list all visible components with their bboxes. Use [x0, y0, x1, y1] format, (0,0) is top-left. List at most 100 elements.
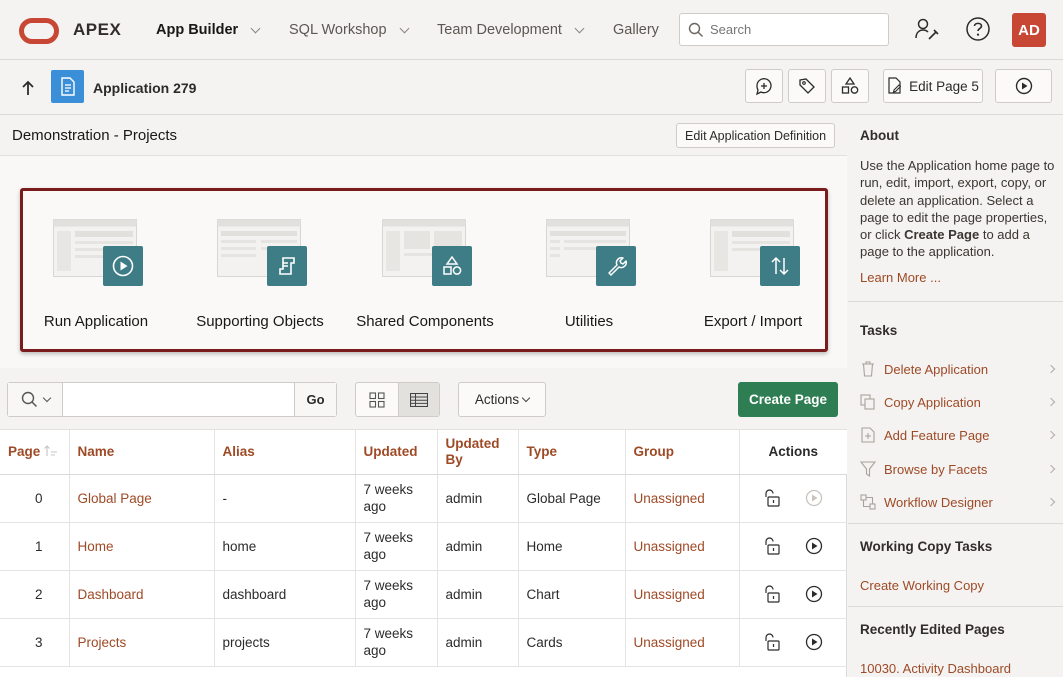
page-alias-cell: home	[214, 522, 356, 571]
region-header: Demonstration - Projects Edit Applicatio…	[0, 115, 847, 156]
column-header-type[interactable]: Type	[518, 430, 626, 475]
task-label: Add Feature Page	[884, 427, 990, 443]
task-label: Delete Application	[884, 361, 989, 377]
global-search[interactable]	[679, 13, 889, 46]
application-tiles-highlight: Run Application Supporting Objects Share…	[20, 188, 828, 352]
chevron-right-icon	[1046, 397, 1056, 407]
tile-label: Shared Components	[356, 313, 494, 330]
icon-view-button[interactable]	[356, 383, 398, 416]
shared-components-button[interactable]	[831, 69, 869, 103]
unlocked-icon[interactable]	[763, 584, 781, 604]
recent-page-link[interactable]: 10030. Activity Dashboard	[860, 661, 1011, 676]
table-header-row: Page Name Alias Updated Updated By Type …	[0, 430, 847, 475]
unlocked-icon[interactable]	[763, 536, 781, 556]
region-title: Demonstration - Projects	[12, 127, 178, 144]
utilities-tile[interactable]: Utilities	[509, 191, 669, 349]
page-alias-cell: dashboard	[214, 570, 356, 619]
delete-application-task[interactable]: Delete Application	[858, 358, 1056, 380]
help-icon[interactable]	[964, 15, 992, 43]
search-icon	[21, 391, 37, 408]
wrench-icon	[596, 246, 636, 286]
chevron-right-icon	[1046, 364, 1056, 374]
page-name-link[interactable]: Dashboard	[78, 587, 144, 602]
run-page-icon[interactable]	[805, 585, 823, 603]
search-input[interactable]	[710, 22, 880, 37]
copy-application-task[interactable]: Copy Application	[858, 391, 1056, 413]
run-page-button[interactable]	[995, 69, 1052, 103]
comment-button[interactable]	[745, 69, 783, 103]
create-page-button[interactable]: Create Page	[738, 382, 838, 417]
view-toggle	[355, 382, 440, 417]
report-view-button[interactable]	[397, 383, 439, 416]
chevron-down-icon	[250, 23, 261, 33]
divider	[848, 523, 1063, 524]
go-button[interactable]: Go	[294, 383, 336, 416]
column-header-alias[interactable]: Alias	[214, 430, 356, 475]
application-tiles-area: Run Application Supporting Objects Share…	[0, 156, 847, 368]
nav-app-builder[interactable]: App Builder	[156, 22, 261, 38]
workflow-icon	[858, 493, 878, 511]
column-header-updated-by[interactable]: Updated By	[437, 430, 519, 475]
tag-button[interactable]	[788, 69, 826, 103]
administration-icon[interactable]	[913, 15, 941, 43]
page-group-link[interactable]: Unassigned	[634, 635, 705, 650]
nav-app-builder-label: App Builder	[156, 22, 239, 38]
page-name-cell: Home	[69, 522, 215, 571]
nav-team-development-label: Team Development	[437, 22, 562, 38]
page-group-cell: Unassigned	[625, 618, 740, 667]
page-actions-cell	[739, 474, 847, 523]
tasks-heading: Tasks	[860, 323, 898, 338]
actions-label: Actions	[474, 392, 520, 407]
page-updated-cell: 7 weeks ago	[355, 570, 438, 619]
page-name-link[interactable]: Home	[78, 539, 114, 554]
create-working-copy-link[interactable]: Create Working Copy	[860, 578, 984, 593]
nav-gallery[interactable]: Gallery	[613, 22, 659, 38]
export-import-tile[interactable]: Export / Import	[673, 191, 833, 349]
page-name-cell: Global Page	[69, 474, 215, 523]
oracle-logo-icon[interactable]	[19, 18, 59, 44]
browse-by-facets-task[interactable]: Browse by Facets	[858, 458, 1056, 480]
arrow-up-icon[interactable]	[18, 78, 38, 98]
page-group-link[interactable]: Unassigned	[634, 491, 705, 506]
column-header-page[interactable]: Page	[0, 430, 70, 475]
search-column-selector[interactable]	[8, 383, 63, 416]
chevron-down-icon	[399, 23, 409, 33]
edit-application-definition-button[interactable]: Edit Application Definition	[676, 123, 836, 148]
page-search-input[interactable]	[63, 383, 294, 416]
divider	[848, 606, 1063, 607]
run-page-icon[interactable]	[805, 633, 823, 651]
unlocked-icon[interactable]	[763, 632, 781, 652]
column-header-group[interactable]: Group	[625, 430, 740, 475]
top-navigation-bar: APEX App Builder SQL Workshop Team Devel…	[0, 0, 1063, 60]
shared-components-tile[interactable]: Shared Components	[345, 191, 505, 349]
page-number-cell: 2	[0, 570, 70, 619]
edit-page-button[interactable]: Edit Page 5	[883, 69, 983, 103]
supporting-objects-tile[interactable]: Supporting Objects	[180, 191, 340, 349]
chevron-down-icon	[521, 393, 531, 402]
page-group-link[interactable]: Unassigned	[634, 539, 705, 554]
copy-icon	[858, 393, 878, 411]
workflow-designer-task[interactable]: Workflow Designer	[858, 491, 1056, 513]
nav-sql-workshop[interactable]: SQL Workshop	[289, 22, 409, 38]
page-actions-cell	[739, 618, 847, 667]
page-name-link[interactable]: Global Page	[78, 491, 152, 506]
column-header-name[interactable]: Name	[69, 430, 215, 475]
column-header-updated[interactable]: Updated	[355, 430, 438, 475]
actions-menu-button[interactable]: Actions	[458, 382, 546, 417]
add-feature-page-task[interactable]: Add Feature Page	[858, 424, 1056, 446]
task-label: Workflow Designer	[884, 494, 993, 510]
page-name-link[interactable]: Projects	[78, 635, 127, 650]
run-application-tile[interactable]: Run Application	[16, 191, 176, 349]
edit-page-icon	[888, 77, 902, 94]
learn-more-link[interactable]: Learn More ...	[860, 270, 941, 285]
unlocked-icon[interactable]	[763, 488, 781, 508]
application-title: Application 279	[93, 80, 197, 96]
page-type-cell: Home	[518, 522, 626, 571]
run-page-icon[interactable]	[805, 537, 823, 555]
user-avatar[interactable]: AD	[1012, 13, 1046, 47]
comment-add-icon	[756, 78, 772, 96]
chevron-right-icon	[1046, 464, 1056, 474]
page-group-link[interactable]: Unassigned	[634, 587, 705, 602]
apex-logo-text[interactable]: APEX	[73, 20, 121, 40]
nav-team-development[interactable]: Team Development	[437, 22, 585, 38]
